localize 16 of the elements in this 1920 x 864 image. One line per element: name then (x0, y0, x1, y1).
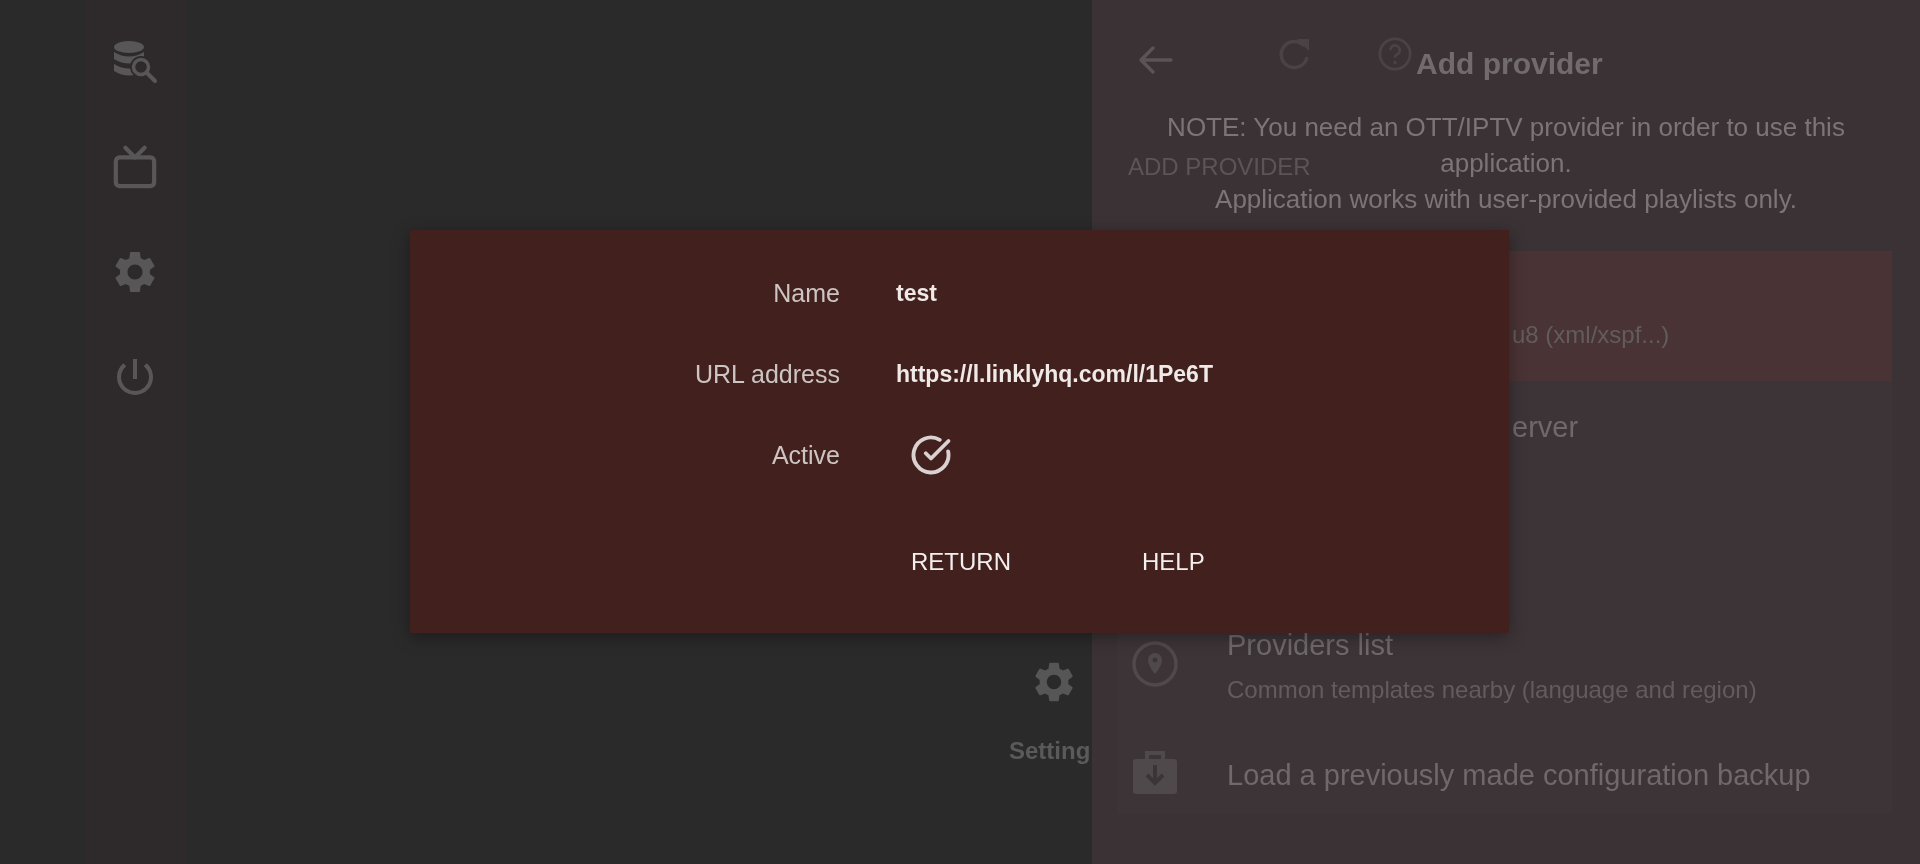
check-circle-icon[interactable] (910, 434, 952, 476)
note-text: NOTE: You need an OTT/IPTV provider in order to use this (1167, 111, 1845, 144)
panel-title: Add provider (1416, 46, 1603, 82)
tv-icon[interactable] (112, 144, 158, 190)
field-label: URL address (695, 359, 840, 389)
note-text: Application works with user-provided playlists only. (1215, 183, 1797, 216)
dialog-button[interactable]: RETURN (895, 538, 1027, 586)
location-pin-icon (1132, 641, 1178, 687)
text-field[interactable]: https://l.linklyhq.com/l/1Pe6T (896, 359, 1213, 389)
note-text: application. (1440, 147, 1572, 180)
field-label: Active (771, 440, 840, 470)
field-label: Name (773, 278, 840, 308)
database-search-icon[interactable] (112, 39, 158, 85)
dialog-button[interactable]: HELP (1126, 538, 1221, 586)
text-field[interactable]: test (896, 278, 937, 308)
back-arrow-icon[interactable] (1137, 45, 1173, 75)
